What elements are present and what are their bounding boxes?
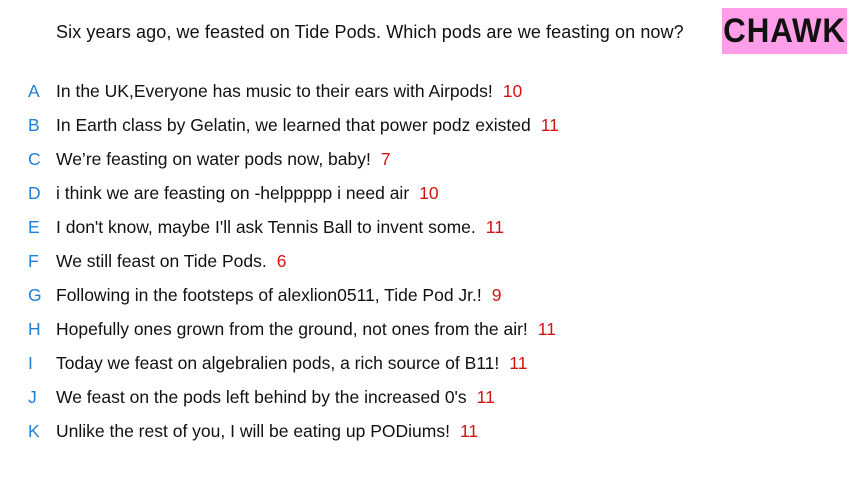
answer-letter: F	[28, 250, 39, 271]
answer-text: We feast on the pods left behind by the …	[56, 386, 467, 407]
answer-row: K Unlike the rest of you, I will be eatin…	[0, 414, 864, 448]
answer-letter: C	[28, 148, 41, 169]
answer-row: H Hopefully ones grown from the ground, n…	[0, 312, 864, 346]
answer-row: A In the UK,Everyone has music to their e…	[0, 74, 864, 108]
answer-row: E I don't know, maybe I'll ask Tennis Bal…	[0, 210, 864, 244]
answer-text: In the UK,Everyone has music to their ea…	[56, 80, 493, 101]
answer-text: In Earth class by Gelatin, we learned th…	[56, 114, 531, 135]
answer-content: Today we feast on algebralien pods, a ri…	[56, 353, 527, 374]
answer-content: i think we are feasting on -helppppp i n…	[56, 183, 439, 204]
answer-letter: K	[28, 420, 40, 441]
answer-content: We feast on the pods left behind by the …	[56, 387, 495, 408]
answer-score: 10	[419, 182, 439, 203]
answer-score: 11	[476, 386, 495, 407]
answer-letter: E	[28, 216, 40, 237]
answer-row: J We feast on the pods left behind by the…	[0, 380, 864, 414]
answer-row: Di think we are feasting on -helppppp i …	[0, 176, 864, 210]
answer-list: A In the UK,Everyone has music to their e…	[0, 74, 864, 448]
answer-row: B In Earth class by Gelatin, we learned t…	[0, 108, 864, 142]
answer-score: 9	[491, 284, 502, 305]
answer-content: Unlike the rest of you, I will be eating…	[56, 421, 478, 442]
answer-content: I don't know, maybe I'll ask Tennis Ball…	[56, 217, 504, 238]
answer-letter: H	[28, 318, 41, 339]
answer-letter: I	[28, 352, 33, 373]
answer-score: 10	[502, 80, 523, 101]
answer-score: 7	[380, 148, 391, 169]
answer-text: We’re feasting on water pods now, baby!	[56, 148, 371, 169]
answer-row: C We’re feasting on water pods now, baby!…	[0, 142, 864, 176]
answer-letter: D	[28, 182, 41, 203]
answer-score: 11	[537, 318, 556, 339]
answer-content: Hopefully ones grown from the ground, no…	[56, 319, 556, 340]
answer-row: I Today we feast on algebralien pods, a r…	[0, 346, 864, 380]
answer-letter: G	[28, 284, 42, 305]
answer-score: 11	[509, 352, 528, 373]
question-text: Six years ago, we feasted on Tide Pods. …	[56, 22, 684, 42]
answer-content: Following in the footsteps of alexlion05…	[56, 285, 502, 306]
answer-letter: B	[28, 114, 40, 135]
answer-row: G Following in the footsteps of alexlion0…	[0, 278, 864, 312]
answer-score: 11	[459, 420, 479, 441]
answer-text: I don't know, maybe I'll ask Tennis Ball…	[56, 216, 476, 237]
answer-content: We still feast on Tide Pods. 6	[56, 251, 287, 272]
answer-row: F We still feast on Tide Pods. 6	[0, 244, 864, 278]
answer-letter: A	[28, 80, 40, 101]
answer-text: Today we feast on algebralien pods, a ri…	[56, 352, 500, 373]
answer-text: Hopefully ones grown from the ground, no…	[56, 318, 528, 339]
answer-text: i think we are feasting on -helppppp i n…	[56, 182, 410, 203]
answer-text: We still feast on Tide Pods.	[56, 250, 267, 271]
contestant-name-badge: CHAWK	[722, 8, 848, 54]
answer-score: 11	[540, 114, 559, 135]
answer-score: 11	[485, 216, 504, 237]
answer-score: 6	[276, 250, 287, 271]
answer-content: In Earth class by Gelatin, we learned th…	[56, 115, 559, 136]
answer-content: We’re feasting on water pods now, baby! 7	[56, 149, 391, 170]
answer-letter: J	[28, 386, 37, 407]
answer-text: Unlike the rest of you, I will be eating…	[56, 420, 450, 441]
answer-text: Following in the footsteps of alexlion05…	[56, 284, 482, 305]
answer-content: In the UK,Everyone has music to their ea…	[56, 81, 522, 102]
